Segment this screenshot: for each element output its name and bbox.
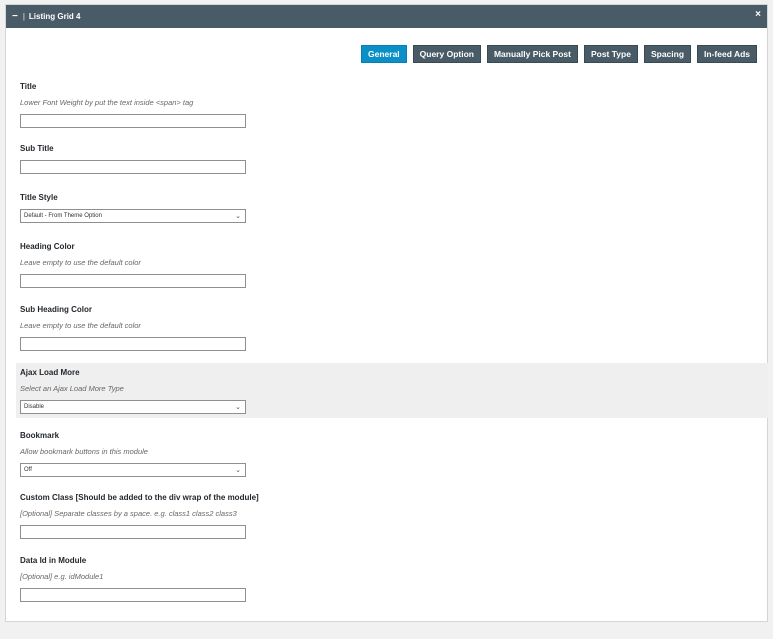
ajax-load-more-select[interactable]: Disable ⌄ bbox=[20, 400, 246, 414]
title-label: Title bbox=[20, 82, 37, 91]
bookmark-label: Bookmark bbox=[20, 431, 60, 440]
custom-class-input[interactable] bbox=[20, 525, 246, 539]
tab-spacing[interactable]: Spacing bbox=[643, 45, 692, 63]
data-id-label: Data Id in Module bbox=[20, 556, 87, 565]
bookmark-description: Allow bookmark buttons in this module bbox=[20, 447, 148, 456]
close-icon[interactable]: × bbox=[755, 10, 761, 20]
chevron-down-icon: ⌄ bbox=[235, 213, 241, 220]
field-title: Title Lower Font Weight by put the text … bbox=[20, 82, 246, 128]
field-title-style: Title Style Default - From Theme Option … bbox=[20, 193, 246, 223]
field-heading-color: Heading Color Leave empty to use the def… bbox=[20, 242, 246, 288]
tab-post-type[interactable]: Post Type bbox=[583, 45, 638, 63]
settings-tabs: General Query Option Manually Pick Post … bbox=[361, 45, 757, 63]
data-id-input[interactable] bbox=[20, 588, 246, 602]
tab-general[interactable]: General bbox=[361, 45, 407, 63]
field-bookmark: Bookmark Allow bookmark buttons in this … bbox=[20, 431, 246, 477]
ajax-load-more-label: Ajax Load More bbox=[20, 368, 80, 377]
field-custom-class: Custom Class [Should be added to the div… bbox=[20, 493, 259, 539]
title-description: Lower Font Weight by put the text inside… bbox=[20, 98, 194, 107]
ajax-load-more-description: Select an Ajax Load More Type bbox=[20, 384, 124, 393]
chevron-down-icon: ⌄ bbox=[235, 404, 241, 411]
field-ajax-load-more: Ajax Load More Select an Ajax Load More … bbox=[16, 363, 768, 418]
title-input[interactable] bbox=[20, 114, 246, 128]
panel-header: − | Listing Grid 4 × bbox=[6, 5, 767, 28]
field-sub-title: Sub Title bbox=[20, 144, 246, 174]
sub-heading-color-label: Sub Heading Color bbox=[20, 305, 92, 314]
sub-heading-color-description: Leave empty to use the default color bbox=[20, 321, 141, 330]
tab-in-feed-ads[interactable]: In-feed Ads bbox=[697, 45, 757, 63]
module-settings-panel: − | Listing Grid 4 × General Query Optio… bbox=[5, 4, 768, 622]
title-style-select[interactable]: Default - From Theme Option ⌄ bbox=[20, 209, 246, 223]
ajax-load-more-value: Disable bbox=[24, 404, 45, 410]
title-style-label: Title Style bbox=[20, 193, 58, 202]
field-sub-heading-color: Sub Heading Color Leave empty to use the… bbox=[20, 305, 246, 351]
heading-color-label: Heading Color bbox=[20, 242, 75, 251]
sub-title-input[interactable] bbox=[20, 160, 246, 174]
title-separator: | bbox=[22, 12, 25, 21]
custom-class-description: [Optional] Separate classes by a space. … bbox=[20, 509, 237, 518]
tab-manually-pick-post[interactable]: Manually Pick Post bbox=[486, 45, 578, 63]
bookmark-select[interactable]: Off ⌄ bbox=[20, 463, 246, 477]
title-style-value: Default - From Theme Option bbox=[24, 213, 102, 219]
heading-color-description: Leave empty to use the default color bbox=[20, 258, 141, 267]
custom-class-label: Custom Class [Should be added to the div… bbox=[20, 493, 259, 502]
data-id-description: [Optional] e.g. idModule1 bbox=[20, 572, 104, 581]
heading-color-input[interactable] bbox=[20, 274, 246, 288]
sub-title-label: Sub Title bbox=[20, 144, 54, 153]
panel-title: Listing Grid 4 bbox=[28, 12, 81, 21]
tab-query-option[interactable]: Query Option bbox=[412, 45, 481, 63]
chevron-down-icon: ⌄ bbox=[235, 467, 241, 474]
bookmark-value: Off bbox=[24, 467, 32, 473]
sub-heading-color-input[interactable] bbox=[20, 337, 246, 351]
collapse-icon[interactable]: − bbox=[12, 11, 18, 22]
field-data-id: Data Id in Module [Optional] e.g. idModu… bbox=[20, 556, 246, 602]
